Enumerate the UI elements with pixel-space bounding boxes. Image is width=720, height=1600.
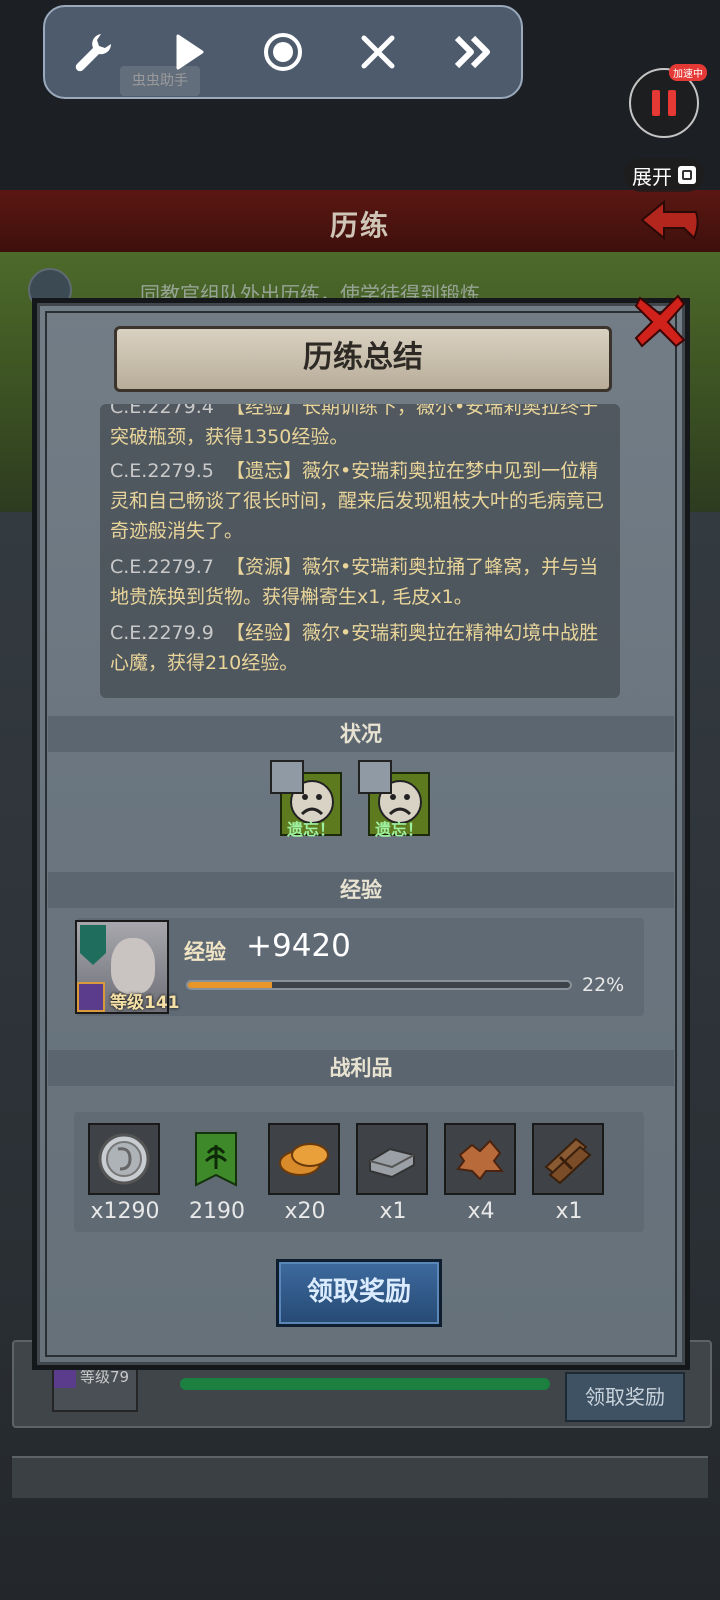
log-entry: C.E.2279.7 【资源】薇尔•安瑞莉奥拉捅了蜂窝，并与当地贵族换到货物。获…	[110, 552, 610, 612]
log-entry: C.E.2279.9 【经验】薇尔•安瑞莉奥拉在精神幻境中战胜心魔，获得210经…	[110, 618, 610, 678]
modal-close-button[interactable]	[632, 292, 688, 348]
silver-coin-icon	[88, 1123, 160, 1195]
wrench-icon[interactable]	[63, 22, 123, 82]
expand-button[interactable]: 展开	[624, 158, 704, 192]
hero-mini-portrait	[358, 760, 392, 794]
loot-count: x1	[379, 1199, 407, 1224]
watermark-label: 虫虫助手	[120, 66, 200, 96]
faction-shield-icon	[80, 925, 106, 965]
log-date: C.E.2279.7	[110, 556, 214, 578]
back-arrow-icon[interactable]	[638, 198, 702, 242]
hero-level: 等级141	[110, 993, 180, 1013]
exp-section-header: 经验	[48, 872, 674, 908]
status-section-header: 状况	[48, 716, 674, 752]
loot-count: x20	[284, 1199, 326, 1224]
log-entry: C.E.2279.5 【遗忘】薇尔•安瑞莉奥拉在梦中见到一位精灵和自己畅谈了很长…	[110, 456, 610, 546]
record-icon[interactable]	[253, 22, 313, 82]
bread-icon	[268, 1123, 340, 1195]
wood-planks-icon	[532, 1123, 604, 1195]
exp-progress-bar	[186, 980, 572, 990]
log-date: C.E.2279.9	[110, 622, 214, 644]
modal-title: 历练总结	[114, 326, 612, 392]
background-header: 历练	[0, 190, 720, 255]
hero-mini-portrait	[270, 760, 304, 794]
exp-value: +9420	[246, 928, 351, 964]
fur-pelt-icon	[444, 1123, 516, 1195]
loot-item[interactable]: x1	[356, 1123, 430, 1224]
loot-item[interactable]: x1	[532, 1123, 606, 1224]
loot-item[interactable]: x1290	[88, 1123, 162, 1224]
status-label: 遗忘！	[374, 820, 423, 839]
exp-progress-fill	[188, 982, 273, 988]
iron-ingot-icon	[356, 1123, 428, 1195]
tree-banner-icon	[180, 1123, 252, 1195]
loot-count: x1	[555, 1199, 583, 1224]
background-level-text: 等级79	[80, 1368, 130, 1386]
log-list[interactable]: C.E.2279.4 【经验】长期训练下，薇尔•安瑞莉奥拉终于突破瓶颈，获得13…	[100, 404, 620, 698]
hero-face	[111, 938, 155, 994]
expand-label: 展开	[632, 164, 672, 189]
loot-count: 2190	[189, 1199, 245, 1224]
expand-icon	[678, 166, 696, 184]
background-next-card	[12, 1456, 708, 1498]
loot-count: x1290	[90, 1199, 160, 1224]
status-item: 遗忘！	[270, 760, 342, 846]
loot-section-header: 战利品	[48, 1050, 674, 1086]
claim-reward-button[interactable]: 领取奖励	[276, 1259, 442, 1327]
exp-label: 经验	[184, 940, 226, 964]
background-title: 历练	[329, 209, 390, 242]
loot-count: x4	[467, 1199, 495, 1224]
log-date: C.E.2279.4	[110, 404, 214, 418]
status-label: 遗忘！	[286, 820, 335, 839]
loot-item[interactable]: x4	[444, 1123, 518, 1224]
close-icon[interactable]	[348, 22, 408, 82]
log-date: C.E.2279.5	[110, 460, 214, 482]
floating-toolbar	[43, 5, 523, 99]
speed-badge: 加速中	[669, 64, 707, 81]
class-icon	[77, 982, 105, 1012]
status-item: 遗忘！	[358, 760, 430, 846]
loot-item[interactable]: x20	[268, 1123, 342, 1224]
fast-forward-icon[interactable]	[443, 22, 503, 82]
background-progress-bar	[180, 1378, 550, 1390]
log-entry: C.E.2279.4 【经验】长期训练下，薇尔•安瑞莉奥拉终于突破瓶颈，获得13…	[110, 404, 610, 452]
loot-item[interactable]: 2190	[180, 1123, 254, 1224]
pause-icon	[652, 90, 676, 116]
background-claim-button[interactable]: 领取奖励	[565, 1372, 685, 1422]
exp-percent: 22%	[582, 974, 625, 996]
